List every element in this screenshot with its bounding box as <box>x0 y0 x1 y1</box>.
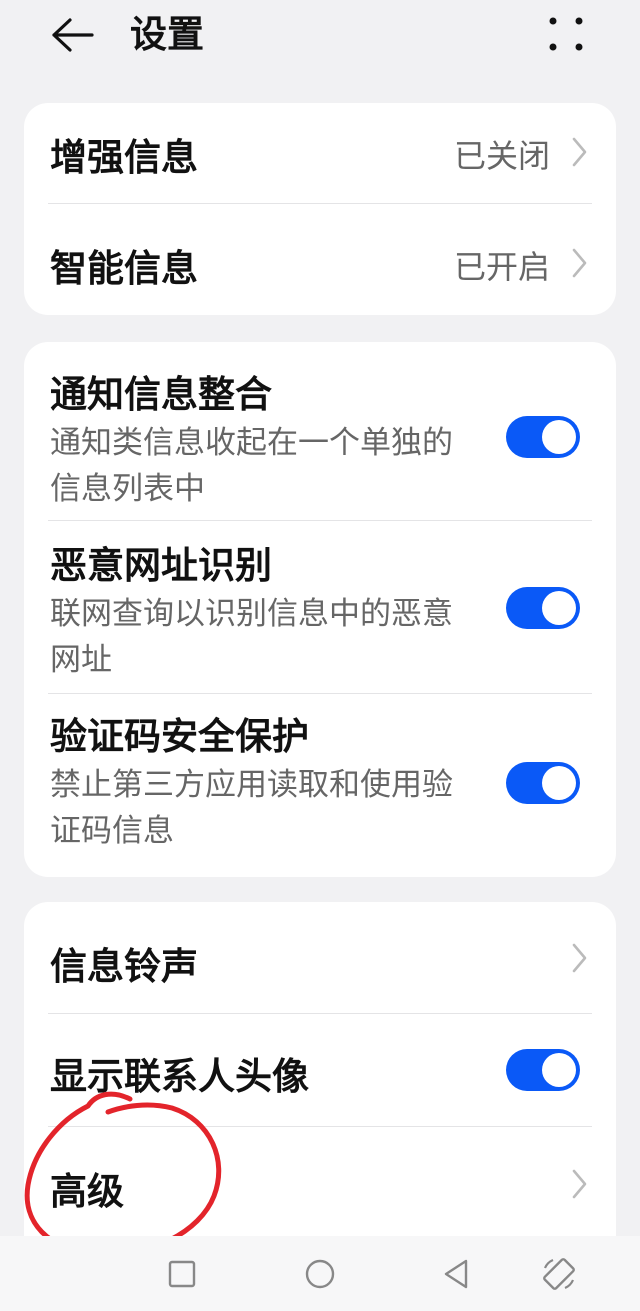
toggle-knob <box>542 1053 576 1087</box>
row-description: 联网查询以识别信息中的恶意网址 <box>50 596 453 678</box>
notification-merge-row[interactable]: 通知信息整合 通知类信息收起在一个单独的信息列表中 <box>24 342 616 520</box>
row-value: 已开启 <box>453 248 550 286</box>
verification-code-protection-row[interactable]: 验证码安全保护 禁止第三方应用读取和使用验证码信息 <box>24 694 616 877</box>
chevron-right-icon <box>572 1169 587 1199</box>
rotate-screen-button[interactable] <box>535 1250 583 1298</box>
message-ringtone-row[interactable]: 信息铃声 <box>24 902 616 1013</box>
page-title: 设置 <box>130 13 204 56</box>
toggle-knob <box>542 420 576 454</box>
smart-messages-row[interactable]: 智能信息 已开启 <box>24 204 616 315</box>
triangle-back-icon <box>444 1259 468 1289</box>
show-contact-avatar-row[interactable]: 显示联系人头像 <box>24 1014 616 1126</box>
app-header: 设置 <box>0 0 640 76</box>
malicious-url-row[interactable]: 恶意网址识别 联网查询以识别信息中的恶意网址 <box>24 521 616 693</box>
row-label: 验证码安全保护 <box>50 715 309 758</box>
row-label: 智能信息 <box>50 247 198 290</box>
chevron-right-icon <box>572 943 587 973</box>
recents-button[interactable] <box>158 1250 206 1298</box>
row-label: 恶意网址识别 <box>50 544 272 587</box>
advanced-row[interactable]: 高级 <box>24 1127 616 1242</box>
row-label: 增强信息 <box>50 136 198 179</box>
system-navigation-bar <box>0 1236 640 1311</box>
row-label: 显示联系人头像 <box>50 1055 309 1098</box>
row-label: 信息铃声 <box>50 945 198 988</box>
home-button[interactable] <box>296 1250 344 1298</box>
row-description: 禁止第三方应用读取和使用验证码信息 <box>50 767 453 849</box>
verification-code-toggle[interactable] <box>506 762 580 804</box>
row-description: 通知类信息收起在一个单独的信息列表中 <box>50 425 453 507</box>
back-nav-button[interactable] <box>432 1250 480 1298</box>
toggle-knob <box>542 766 576 800</box>
security-card: 通知信息整合 通知类信息收起在一个单独的信息列表中 恶意网址识别 联网查询以识别… <box>24 342 616 877</box>
row-label: 高级 <box>50 1170 124 1213</box>
square-icon <box>168 1260 196 1288</box>
notification-merge-toggle[interactable] <box>506 416 580 458</box>
toggle-knob <box>542 591 576 625</box>
circle-icon <box>305 1259 335 1289</box>
row-label: 通知信息整合 <box>50 373 272 416</box>
rotate-screen-icon <box>543 1258 575 1290</box>
show-contact-avatar-toggle[interactable] <box>506 1049 580 1091</box>
arrow-left-icon <box>52 18 94 52</box>
row-value: 已关闭 <box>453 137 550 175</box>
general-card: 信息铃声 显示联系人头像 高级 <box>24 902 616 1242</box>
enhanced-messages-row[interactable]: 增强信息 已关闭 <box>24 103 616 203</box>
malicious-url-toggle[interactable] <box>506 587 580 629</box>
messages-features-card: 增强信息 已关闭 智能信息 已开启 <box>24 103 616 315</box>
chevron-right-icon <box>572 137 587 167</box>
back-button[interactable] <box>44 10 100 60</box>
chevron-right-icon <box>572 248 587 278</box>
more-dots-icon <box>549 17 583 51</box>
more-options-button[interactable] <box>538 8 594 60</box>
